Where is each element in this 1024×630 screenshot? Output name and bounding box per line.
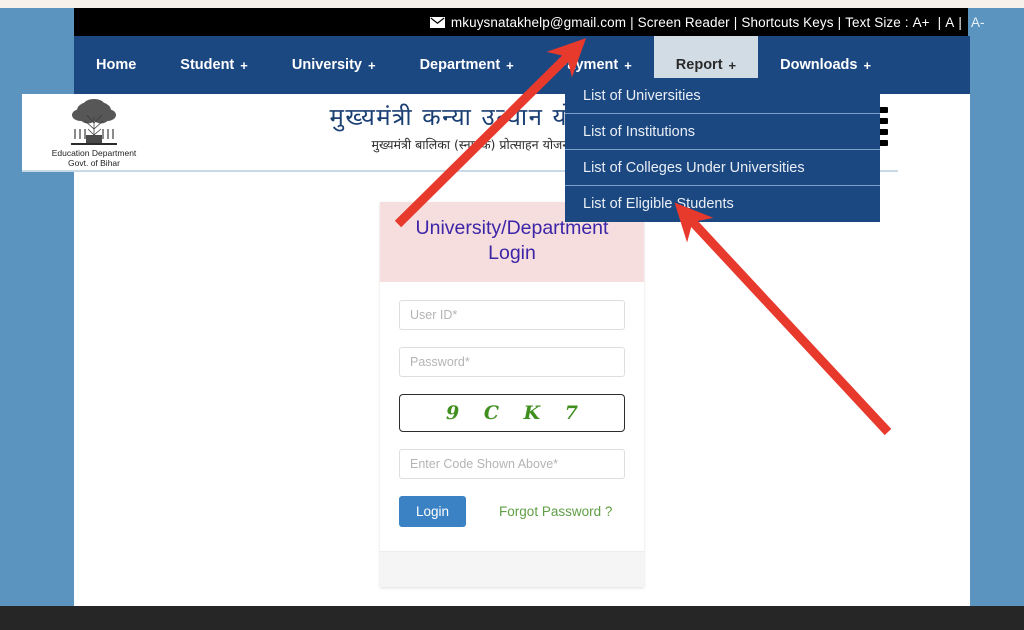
screen-reader-link[interactable]: Screen Reader: [638, 15, 730, 30]
nav-label-university: University: [291, 57, 362, 73]
top-decorative-strip: [0, 0, 1024, 8]
dropdown-label: List of Universities: [583, 87, 701, 104]
logo-caption-line-1: Education Department: [51, 148, 137, 158]
dropdown-item-list-of-universities[interactable]: List of Universities: [565, 78, 880, 114]
nav-item-home[interactable]: Home: [74, 36, 158, 94]
text-size-normal[interactable]: A: [945, 15, 954, 30]
logo-caption: Education Department Govt. of Bihar: [32, 148, 156, 168]
plus-icon: +: [506, 57, 514, 73]
site-logo[interactable]: Education Department Govt. of Bihar: [32, 99, 156, 168]
user-id-input[interactable]: [399, 299, 625, 330]
plus-icon: +: [728, 57, 737, 73]
separator-4: |: [937, 14, 942, 30]
text-size-label: Text Size :: [845, 14, 909, 30]
plus-icon: +: [624, 57, 632, 73]
nav-item-department[interactable]: Department +: [398, 36, 536, 94]
nav-label-student: Student: [180, 57, 235, 73]
text-size-increase[interactable]: A+: [909, 15, 934, 30]
report-dropdown-menu: List of Universities List of Institution…: [565, 78, 880, 222]
login-title: University/Department Login: [415, 217, 609, 264]
separator-2: |: [733, 14, 738, 30]
nav-item-university[interactable]: University +: [270, 36, 398, 94]
plus-icon: +: [240, 57, 248, 73]
browser-viewport: mkuysnatakhelp@gmail.com | Screen Reader…: [0, 0, 1024, 630]
nav-label-payment: Payment: [557, 57, 619, 73]
login-form: 9 C K 7 Login Forgot Password ?: [380, 281, 644, 551]
nav-item-student[interactable]: Student +: [158, 36, 270, 94]
separator-5: |: [958, 14, 962, 30]
login-card-footer: [380, 550, 644, 587]
captcha-code: 9 C K 7: [446, 401, 587, 424]
dropdown-item-list-of-institutions[interactable]: List of Institutions: [565, 114, 880, 150]
dropdown-label: List of Eligible Students: [583, 196, 734, 212]
dropdown-label: List of Colleges Under Universities: [583, 159, 805, 176]
shortcut-keys-link[interactable]: Shortcuts Keys: [741, 15, 833, 30]
bottom-bar: [0, 606, 1024, 630]
login-card: University/Department Login 9 C K 7 Logi…: [380, 202, 644, 587]
nav-label-home: Home: [96, 57, 137, 73]
dropdown-item-list-of-colleges-under-universities[interactable]: List of Colleges Under Universities: [565, 150, 880, 186]
separator-1: |: [630, 14, 634, 30]
dropdown-item-list-of-eligible-students[interactable]: List of Eligible Students: [565, 186, 880, 222]
dropdown-label: List of Institutions: [583, 123, 696, 140]
plus-icon: +: [863, 57, 872, 73]
utility-bar: mkuysnatakhelp@gmail.com | Screen Reader…: [74, 8, 970, 36]
login-button[interactable]: Login: [399, 495, 467, 527]
plus-icon: +: [367, 57, 376, 73]
captcha-input[interactable]: [399, 448, 625, 479]
logo-caption-line-2: Govt. of Bihar: [68, 158, 120, 169]
login-actions: Login Forgot Password ?: [399, 495, 625, 527]
nav-label-department: Department: [419, 57, 501, 73]
support-email[interactable]: mkuysnatakhelp@gmail.com: [451, 15, 626, 30]
password-input[interactable]: [399, 346, 625, 377]
envelope-icon: [429, 16, 445, 28]
forgot-password-link[interactable]: Forgot Password ?: [499, 504, 612, 519]
text-size-decrease[interactable]: A-: [968, 8, 1024, 36]
nav-label-report: Report: [675, 57, 723, 73]
bodhi-tree-emblem-icon: [32, 99, 156, 147]
nav-label-downloads: Downloads: [780, 57, 858, 73]
captcha-image: 9 C K 7: [399, 393, 625, 432]
separator-3: |: [837, 14, 842, 30]
